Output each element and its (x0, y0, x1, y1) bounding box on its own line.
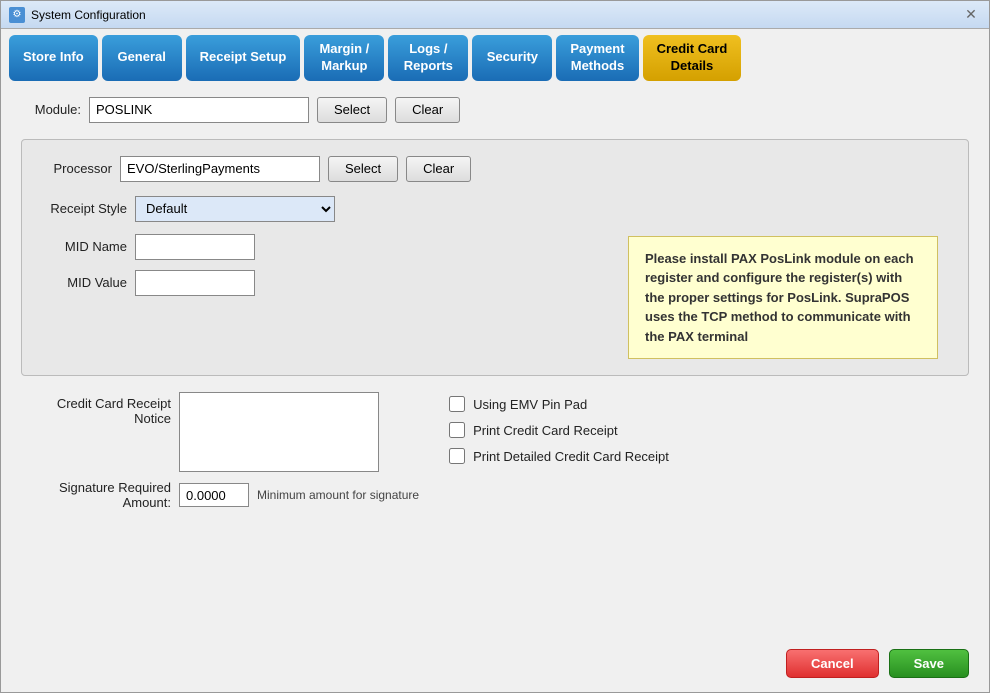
checkbox-print-cc-receipt[interactable] (449, 422, 465, 438)
mid-value-label: MID Value (42, 275, 127, 290)
tab-general[interactable]: General (102, 35, 182, 81)
receipt-style-label: Receipt Style (42, 201, 127, 216)
mid-value-input[interactable] (135, 270, 255, 296)
close-button[interactable]: ✕ (961, 5, 981, 25)
sig-amount-hint: Minimum amount for signature (257, 488, 419, 502)
info-box: Please install PAX PosLink module on eac… (628, 236, 938, 360)
tab-credit-card-details[interactable]: Credit Card Details (643, 35, 742, 81)
bottom-section: Credit Card Receipt Notice Signature Req… (21, 392, 969, 510)
window-icon: ⚙ (9, 7, 25, 23)
cancel-button[interactable]: Cancel (786, 649, 879, 678)
checkbox-print-detailed-cc-receipt[interactable] (449, 448, 465, 464)
tab-logs-reports[interactable]: Logs / Reports (388, 35, 468, 81)
mid-name-input[interactable] (135, 234, 255, 260)
checkbox-print-detailed-cc-receipt-row: Print Detailed Credit Card Receipt (449, 448, 669, 464)
processor-input[interactable] (120, 156, 320, 182)
tab-payment-methods[interactable]: Payment Methods (556, 35, 638, 81)
save-button[interactable]: Save (889, 649, 969, 678)
title-bar: ⚙ System Configuration ✕ (1, 1, 989, 29)
sig-amount-label: Signature Required Amount: (21, 480, 171, 510)
module-clear-button[interactable]: Clear (395, 97, 460, 123)
tab-bar: Store Info General Receipt Setup Margin … (1, 29, 989, 81)
checkbox-emv-pin-pad[interactable] (449, 396, 465, 412)
module-row: Module: Select Clear (21, 97, 969, 123)
receipt-style-select[interactable]: Default Style 1 Style 2 (135, 196, 335, 222)
tab-receipt-setup[interactable]: Receipt Setup (186, 35, 301, 81)
processor-select-button[interactable]: Select (328, 156, 398, 182)
right-bottom: Using EMV Pin Pad Print Credit Card Rece… (449, 392, 669, 510)
processor-clear-button[interactable]: Clear (406, 156, 471, 182)
footer: Cancel Save (1, 639, 989, 692)
checkbox-emv-pin-pad-row: Using EMV Pin Pad (449, 396, 669, 412)
checkbox-print-cc-receipt-label[interactable]: Print Credit Card Receipt (473, 423, 618, 438)
receipt-notice-row: Credit Card Receipt Notice (21, 392, 419, 472)
info-box-text: Please install PAX PosLink module on eac… (645, 251, 914, 344)
receipt-notice-label: Credit Card Receipt Notice (21, 392, 171, 426)
checkbox-emv-pin-pad-label[interactable]: Using EMV Pin Pad (473, 397, 587, 412)
processor-row: Processor Select Clear (42, 156, 948, 182)
module-select-button[interactable]: Select (317, 97, 387, 123)
tab-store-info[interactable]: Store Info (9, 35, 98, 81)
tab-margin-markup[interactable]: Margin / Markup (304, 35, 384, 81)
receipt-style-row: Receipt Style Default Style 1 Style 2 (42, 196, 948, 222)
left-bottom: Credit Card Receipt Notice Signature Req… (21, 392, 419, 510)
tab-security[interactable]: Security (472, 35, 552, 81)
processor-section: Processor Select Clear Receipt Style Def… (21, 139, 969, 377)
window-title: System Configuration (31, 8, 961, 22)
system-configuration-window: ⚙ System Configuration ✕ Store Info Gene… (0, 0, 990, 693)
content-area: Module: Select Clear Processor Select Cl… (1, 81, 989, 639)
receipt-notice-textarea[interactable] (179, 392, 379, 472)
sig-amount-input[interactable] (179, 483, 249, 507)
processor-label: Processor (42, 161, 112, 176)
module-input[interactable] (89, 97, 309, 123)
module-label: Module: (21, 102, 81, 117)
mid-name-label: MID Name (42, 239, 127, 254)
sig-amount-row: Signature Required Amount: Minimum amoun… (21, 480, 419, 510)
checkbox-print-cc-receipt-row: Print Credit Card Receipt (449, 422, 669, 438)
checkbox-print-detailed-cc-receipt-label[interactable]: Print Detailed Credit Card Receipt (473, 449, 669, 464)
